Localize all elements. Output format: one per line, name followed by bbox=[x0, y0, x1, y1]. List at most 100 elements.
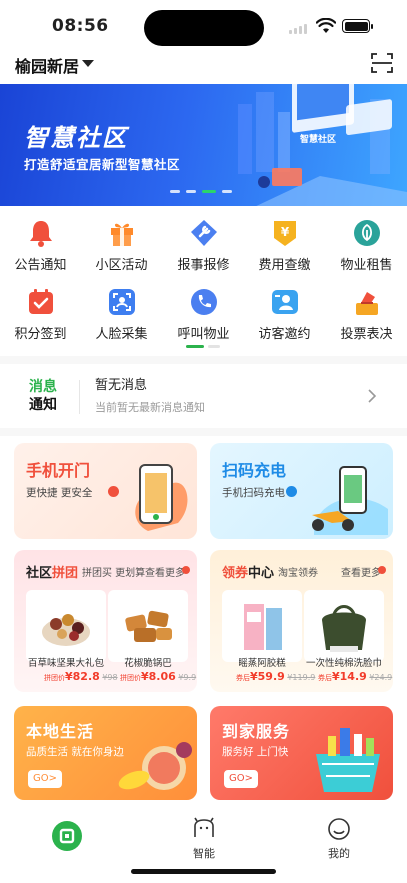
yuan-shield-icon: ¥ bbox=[274, 221, 296, 246]
home-service-go-button[interactable]: GO> bbox=[224, 770, 258, 788]
smart-icon bbox=[194, 817, 214, 837]
grid-item-label: 小区活动 bbox=[95, 258, 148, 273]
svg-text:¥: ¥ bbox=[281, 225, 290, 239]
coupon-more-link[interactable]: 查看更多 bbox=[341, 564, 381, 579]
home-service-card[interactable]: 到家服务 服务好 上门快 GO> bbox=[210, 706, 393, 800]
product-price: ¥82.8 bbox=[65, 670, 100, 683]
notice-logo: 消息 通知 bbox=[29, 378, 65, 414]
dynamic-island bbox=[144, 10, 264, 46]
product-name: 䁘蒸阿胶糕 bbox=[238, 658, 286, 669]
notice-bar[interactable]: 消息 通知 暂无消息 当前暂无最新消息通知 bbox=[15, 366, 392, 426]
group-buy-title-highlight: 拼团 bbox=[52, 566, 79, 581]
grid-item-repair[interactable]: 报事报修 bbox=[163, 216, 244, 278]
tab-label: 我的 bbox=[328, 847, 350, 860]
grid-item-call-property[interactable]: 呼叫物业 bbox=[163, 285, 244, 347]
charge-card-title: 扫码充电 bbox=[222, 461, 287, 480]
product-price-line: 券后¥59.9 ¥119.9 bbox=[236, 670, 315, 683]
checkin-calendar-icon bbox=[29, 289, 53, 314]
chevron-right-icon[interactable] bbox=[367, 388, 377, 404]
product-name: 百草味坚果大礼包 bbox=[27, 658, 104, 669]
product-price-line: 拼团价¥82.8 ¥98 bbox=[44, 670, 118, 683]
grid-item-label: 访客邀约 bbox=[258, 327, 311, 342]
product-card[interactable] bbox=[304, 590, 384, 662]
chevron-down-icon[interactable] bbox=[82, 60, 94, 67]
coupon-title: 领券中心 bbox=[222, 562, 274, 581]
vote-box-icon bbox=[356, 292, 378, 315]
coupon-tag: 淘宝领券 bbox=[278, 568, 318, 579]
product-card[interactable] bbox=[108, 590, 188, 662]
product-price-line: 券后¥14.9 ¥24.9 bbox=[318, 670, 392, 683]
scan-charge-card[interactable]: 扫码充电 手机扫码充电 bbox=[210, 443, 393, 539]
local-life-go-button[interactable]: GO> bbox=[28, 770, 62, 788]
grid-item-label: 物业租售 bbox=[340, 258, 393, 273]
home-service-subtitle: 服务好 上门快 bbox=[222, 746, 289, 758]
scooter-charge-illustration bbox=[312, 466, 388, 535]
banner-screen-label: 智慧社区 bbox=[300, 135, 337, 145]
more-arrow-icon bbox=[182, 566, 190, 574]
price-tag: 拼团价 bbox=[44, 674, 65, 682]
product-card[interactable] bbox=[222, 590, 302, 662]
face-towel-image bbox=[322, 605, 366, 652]
repair-icon bbox=[191, 220, 217, 246]
grid-item-label: 积分签到 bbox=[14, 327, 67, 342]
grid-item-announcements[interactable]: 公告通知 bbox=[0, 216, 81, 278]
fruit-illustration bbox=[118, 742, 192, 790]
product-card[interactable] bbox=[26, 590, 106, 662]
coupon-title-rest: 中心 bbox=[248, 566, 275, 581]
donkey-hide-gelatin-image bbox=[244, 604, 282, 650]
local-life-title: 本地生活 bbox=[26, 722, 95, 741]
grid-item-activities[interactable]: 小区活动 bbox=[81, 216, 162, 278]
grid-item-visitor[interactable]: 访客邀约 bbox=[244, 285, 325, 347]
promo-banner[interactable]: 智慧社区 打造舒适宜居新型智慧社区 智慧社区 bbox=[0, 84, 407, 206]
door-open-card[interactable]: 手机开门 更快捷 更安全 bbox=[14, 443, 197, 539]
leaf-icon bbox=[354, 220, 380, 246]
community-selector[interactable]: 榆园新居 bbox=[15, 53, 79, 77]
grid-item-label: 报事报修 bbox=[177, 258, 230, 273]
original-price: ¥119.9 bbox=[287, 673, 316, 682]
gift-icon bbox=[111, 223, 133, 246]
more-arrow-icon bbox=[378, 566, 386, 574]
phone-door-illustration bbox=[135, 464, 188, 531]
grid-item-face[interactable]: 人脸采集 bbox=[81, 285, 162, 347]
face-scan-icon bbox=[109, 289, 135, 315]
section-divider bbox=[0, 428, 407, 436]
original-price: ¥24.9 bbox=[369, 673, 393, 682]
notice-logo-line2: 通知 bbox=[29, 397, 57, 413]
grid-item-label: 人脸采集 bbox=[95, 327, 148, 342]
cellular-signal-icon bbox=[289, 24, 311, 34]
local-life-card[interactable]: 本地生活 品质生活 就在你身边 GO> bbox=[14, 706, 197, 800]
grid-item-rental[interactable]: 物业租售 bbox=[326, 216, 407, 278]
door-card-title: 手机开门 bbox=[26, 461, 91, 480]
local-life-subtitle: 品质生活 就在你身边 bbox=[26, 746, 124, 758]
home-indicator bbox=[131, 869, 276, 874]
home-service-title: 到家服务 bbox=[222, 722, 291, 741]
original-price: ¥9.9 bbox=[178, 673, 197, 682]
grid-item-checkin[interactable]: 积分签到 bbox=[0, 285, 81, 347]
grid-item-label: 呼叫物业 bbox=[177, 327, 230, 342]
phone-icon bbox=[191, 289, 217, 315]
group-buy-more-link[interactable]: 查看更多 bbox=[145, 564, 185, 579]
crispy-rice-image bbox=[125, 610, 172, 642]
coupon-title-prefix: 领券 bbox=[222, 566, 249, 581]
section-divider bbox=[0, 356, 407, 364]
home-icon bbox=[52, 821, 82, 851]
group-buy-title-prefix: 社区 bbox=[26, 566, 53, 581]
group-buy-card[interactable]: 社区拼团 拼团买 更划算 查看更多 百草味坚果大礼包 花椒脆锅巴 拼团价¥82.… bbox=[14, 550, 197, 692]
scan-icon[interactable] bbox=[371, 52, 393, 74]
product-price: ¥8.06 bbox=[141, 670, 176, 683]
wifi-icon bbox=[316, 18, 336, 33]
banner-title: 智慧社区 bbox=[24, 124, 128, 152]
product-price: ¥59.9 bbox=[250, 670, 285, 683]
coupon-center-card[interactable]: 领券中心 淘宝领券 查看更多 䁘蒸阿胶糕 一次性纯棉洗脸巾 券后¥59.9 ¥1… bbox=[210, 550, 393, 692]
banner-subtitle: 打造舒适宜居新型智慧社区 bbox=[24, 157, 181, 172]
price-tag: 券后 bbox=[318, 674, 332, 682]
product-name: 一次性纯棉洗脸巾 bbox=[305, 658, 382, 669]
notice-separator bbox=[79, 380, 80, 414]
grid-item-payment[interactable]: ¥ 费用查缴 bbox=[244, 216, 325, 278]
notice-logo-line1: 消息 bbox=[29, 379, 57, 395]
notice-subtitle: 当前暂无最新消息通知 bbox=[95, 401, 205, 414]
status-bar: 08:56 bbox=[0, 0, 407, 50]
notice-title: 暂无消息 bbox=[95, 378, 148, 393]
arrow-circle-icon bbox=[286, 486, 297, 497]
grid-item-voting[interactable]: 投票表决 bbox=[326, 285, 407, 347]
